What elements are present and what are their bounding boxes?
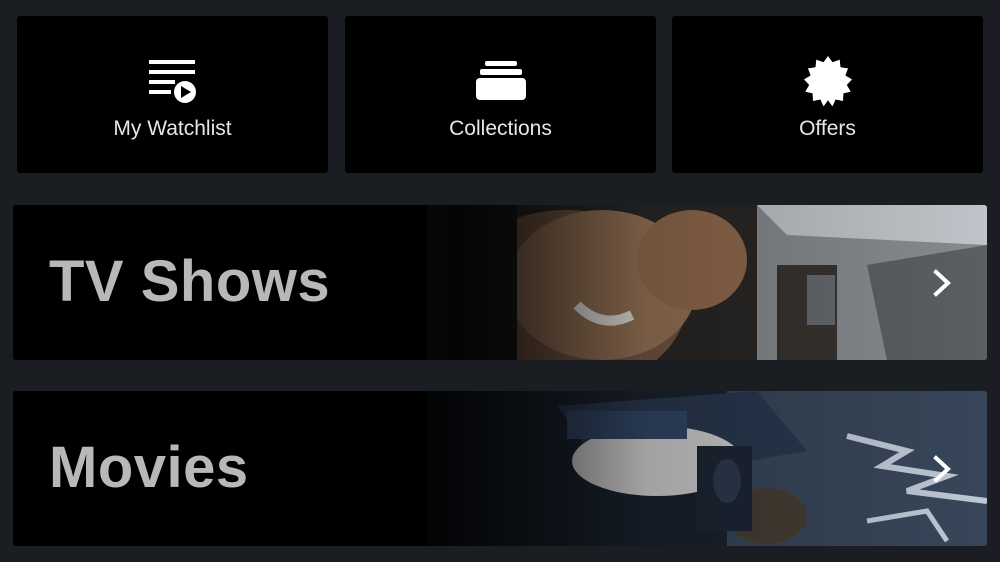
watchlist-icon — [148, 60, 196, 103]
collections-tile[interactable]: Collections — [345, 16, 656, 173]
chevron-right-icon — [933, 268, 951, 297]
collections-label: Collections — [449, 117, 552, 140]
collections-icon — [475, 61, 526, 100]
movies-banner[interactable]: Movies — [13, 391, 987, 546]
tv-shows-banner[interactable]: TV Shows — [13, 205, 987, 360]
chevron-right-icon — [933, 454, 951, 483]
movies-title: Movies — [49, 434, 249, 500]
offers-badge-icon — [803, 56, 852, 107]
offers-label: Offers — [799, 117, 856, 140]
my-watchlist-label: My Watchlist — [113, 117, 232, 140]
my-watchlist-tile[interactable]: My Watchlist — [17, 16, 328, 173]
quick-access-row: My Watchlist Collections Offers — [0, 0, 1000, 190]
tv-shows-title: TV Shows — [49, 248, 331, 314]
offers-tile[interactable]: Offers — [672, 16, 983, 173]
